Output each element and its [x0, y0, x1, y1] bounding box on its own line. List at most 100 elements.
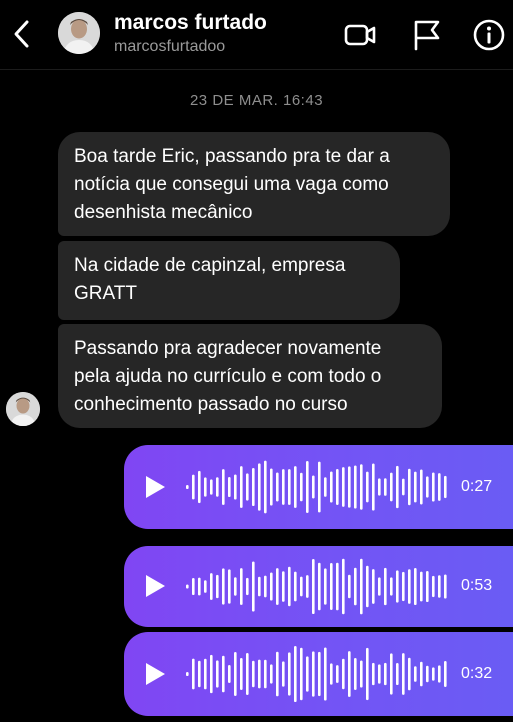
waveform-bar	[252, 467, 255, 507]
incoming-message[interactable]: Boa tarde Eric, passando pra te dar a no…	[58, 132, 450, 236]
play-icon	[146, 476, 165, 498]
voice-message[interactable]: 0:27	[124, 445, 513, 529]
waveform-bar	[324, 568, 327, 605]
waveform-bar	[198, 470, 201, 504]
waveform-bar	[360, 660, 363, 688]
waveform-bar	[366, 471, 369, 503]
waveform-bar	[342, 467, 345, 507]
contact-handle[interactable]: marcosfurtadoo	[114, 38, 225, 56]
avatar-photo	[58, 12, 100, 54]
waveform-bar	[360, 464, 363, 510]
waveform-bar	[414, 666, 417, 682]
chevron-left-icon	[14, 20, 29, 48]
waveform-bar	[306, 461, 309, 513]
incoming-message[interactable]: Passando pra agradecer novamente pela aj…	[58, 324, 442, 428]
waveform-bar	[330, 563, 333, 610]
waveform-bar	[414, 471, 417, 503]
play-button[interactable]	[144, 574, 166, 598]
waveform-bar	[432, 667, 435, 681]
waveform-bar	[318, 461, 321, 513]
avatar[interactable]	[58, 12, 100, 54]
waveform-bar	[336, 469, 339, 505]
waveform-bar	[186, 584, 189, 589]
waveform-bar	[318, 651, 321, 697]
waveform-bar	[414, 567, 417, 606]
voice-message[interactable]: 0:53	[124, 546, 513, 627]
back-button[interactable]	[8, 16, 36, 52]
waveform-bar	[258, 659, 261, 689]
waveform-bar	[252, 660, 255, 688]
info-button[interactable]	[472, 18, 506, 52]
waveform-bar	[318, 562, 321, 611]
waveform-bar	[408, 569, 411, 604]
waveform-bar	[246, 653, 249, 695]
waveform-bar	[360, 558, 363, 615]
waveform-bar	[366, 647, 369, 701]
waveform-bar	[342, 658, 345, 690]
waveform-bar	[228, 665, 231, 683]
voice-message[interactable]: 0:32	[124, 632, 513, 716]
waveform-bar	[276, 651, 279, 697]
message-line: Passando pra agradecer novamente	[74, 338, 382, 359]
waveform-bar	[264, 460, 267, 514]
contact-name[interactable]: marcos furtado	[114, 11, 267, 35]
waveform-bar	[366, 565, 369, 608]
waveform-bar	[204, 477, 207, 497]
waveform-bar	[390, 653, 393, 695]
message-line: GRATT	[74, 283, 137, 304]
waveform-bar	[294, 466, 297, 508]
waveform-bar	[204, 658, 207, 690]
waveform-bar	[336, 562, 339, 611]
waveform-bar	[330, 471, 333, 503]
waveform-bar	[312, 558, 315, 615]
waveform-bar	[264, 659, 267, 689]
waveform-bar	[222, 568, 225, 605]
play-button[interactable]	[144, 475, 166, 499]
waveform-bar	[444, 475, 447, 499]
waveform-bar	[312, 651, 315, 697]
waveform-bar	[438, 575, 441, 598]
waveform-bar	[282, 469, 285, 505]
waveform-bar	[372, 662, 375, 686]
waveform-bar	[222, 655, 225, 693]
waveform-bar	[270, 572, 273, 601]
play-icon	[146, 663, 165, 685]
waveform-bar	[234, 577, 237, 596]
audio-waveform	[186, 646, 447, 702]
waveform-bar	[216, 477, 219, 497]
incoming-message[interactable]: Na cidade de capinzal, empresa GRATT	[58, 241, 400, 320]
waveform-bar	[192, 658, 195, 690]
waveform-bar	[312, 475, 315, 499]
waveform-bar	[354, 465, 357, 509]
sender-avatar[interactable]	[6, 392, 40, 426]
waveform-bar	[288, 652, 291, 696]
message-timestamp: 23 DE MAR. 16:43	[189, 92, 324, 109]
audio-duration: 0:32	[461, 665, 493, 682]
waveform-bar	[378, 664, 381, 684]
waveform-bar	[270, 468, 273, 506]
waveform-bar	[252, 561, 255, 612]
waveform-bar	[258, 463, 261, 511]
waveform-bar	[306, 575, 309, 598]
waveform-bar	[288, 469, 291, 505]
waveform-bar	[354, 567, 357, 606]
waveform-bar	[432, 575, 435, 598]
waveform-bar	[420, 469, 423, 505]
waveform-bar	[420, 571, 423, 602]
waveform-bar	[282, 661, 285, 687]
waveform-bar	[240, 466, 243, 508]
audio-duration: 0:27	[461, 478, 493, 495]
waveform-bar	[420, 661, 423, 687]
report-button[interactable]	[410, 18, 444, 52]
message-line: Boa tarde Eric, passando pra te dar a	[74, 146, 390, 167]
waveform-bar	[336, 665, 339, 683]
waveform-bar	[372, 463, 375, 511]
waveform-bar	[408, 657, 411, 691]
waveform-bar	[204, 580, 207, 593]
video-call-button[interactable]	[343, 18, 377, 52]
waveform-bar	[384, 567, 387, 606]
audio-waveform	[186, 460, 447, 514]
waveform-bar	[438, 665, 441, 683]
waveform-bar	[402, 571, 405, 602]
play-button[interactable]	[144, 662, 166, 686]
